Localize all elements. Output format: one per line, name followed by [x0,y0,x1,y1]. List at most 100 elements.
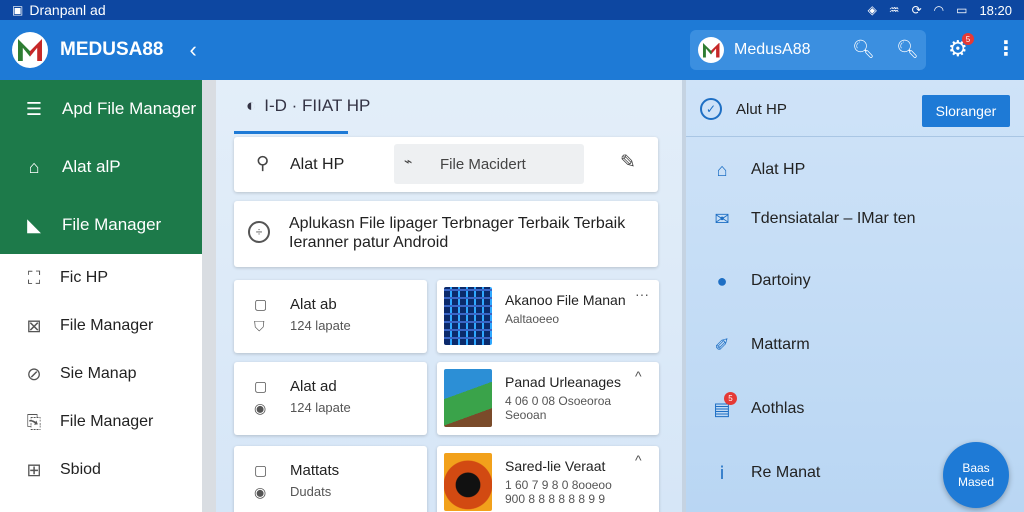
file-icon: ⎘ [26,411,42,432]
clock: 18:20 [979,2,1012,18]
collapse-icon[interactable]: ^ [635,452,642,468]
app-sub: Aaltaoeeo [505,312,560,326]
home-icon: ⌂ [28,156,40,177]
app-title: MEDUSA88 [60,39,164,60]
shield-icon: ⛉ [254,318,265,334]
description-card: ÷ Aplukasn File lipager Terbnager Terbai… [234,201,658,267]
drawer-item-alat[interactable]: ⌂ Alat alP [0,138,202,196]
breadcrumb: ◐ I-D · FIIAT HP [246,96,370,116]
nav-drawer: ☰ Apd File Manager ⌂ Alat alP ◣ File Man… [0,80,202,512]
app-card[interactable]: Akanoo File Manan Aaltaoeeo ··· [437,280,659,353]
app-notification-icon: ▣ [12,3,24,17]
drawer-item-sbiod[interactable]: ⊞ Sbiod [0,446,202,494]
folder-icon: ▢ [254,378,268,394]
app-thumbnail [444,453,492,511]
grid-icon: ⊞ [26,459,42,480]
collapse-icon[interactable]: ^ [635,368,642,384]
swipe-icon: ⌁ [404,153,413,169]
mail-icon: ✉ [714,208,730,229]
edit-icon: ✐ [714,334,730,355]
file-name: Alat ad [290,378,337,395]
box-icon: ⊠ [26,315,42,336]
panel-header: Alut HP [736,101,787,118]
account-switcher[interactable]: MedusA88 🔍︎ 🔍︎ [690,30,926,70]
search-icon[interactable]: 🔍︎ [852,39,875,60]
notification-badge: 5 [724,392,737,405]
drawer-item-file-manager[interactable]: ◣ File Manager [0,196,202,254]
app-name: Sared-lie Veraat [505,458,606,474]
drawer-item-label: Sie Manap [60,365,137,382]
breadcrumb-icon: ◐ [246,96,257,115]
status-bar: ▣ Dranpanl ad ◈ ♒ ⟳ ◠ ▭ 18:20 [0,0,1024,20]
app-sub: 4 06 0 08 Osoeoroa Seooan [505,394,612,422]
folder-icon: ◣ [27,214,41,235]
storage-button[interactable]: Sloranger [922,95,1010,127]
drawer-item-app-file-manager[interactable]: ☰ Apd File Manager [0,80,202,138]
drawer-header: ☰ Apd File Manager ⌂ Alat alP ◣ File Man… [0,80,202,254]
drawer-item-file-manager-3[interactable]: ⎘ File Manager [0,398,202,446]
pin-icon[interactable]: ✎ [620,151,636,174]
drawer-item-fic-hp[interactable]: ⛶ Fic HP [0,254,202,302]
app-card[interactable]: Sared-lie Veraat 1 60 7 9 8 0 8ooeoo 900… [437,446,659,512]
search-icon: ⚲ [256,153,270,173]
panel-item-label: Mattarm [751,336,810,353]
more-icon[interactable]: ··· [635,286,649,302]
menu-icon: ☰ [25,98,43,119]
file-card[interactable]: ▢ ⛉ Alat ab 124 lapate [234,280,427,353]
file-name: Mattats [290,462,340,479]
panel-item-aothlas[interactable]: ▤ 5 Aothlas [686,389,1024,429]
status-title: Dranpanl ad [29,2,106,18]
drawer-item-label: Sbiod [60,461,101,478]
app-card[interactable]: Panad Urleanages 4 06 0 08 Osoeoroa Seoo… [437,362,659,435]
home-icon: ⌂ [716,159,728,180]
panel-item-label: Aothlas [751,400,805,417]
search-input[interactable]: File Macidert [394,144,584,184]
folder-icon: ▢ [254,462,268,478]
app-name: Akanoo File Manan [505,292,626,308]
vibrate-icon: ♒ [888,3,900,17]
drawer-header-label: File Manager [62,215,162,234]
search-icon-secondary[interactable]: 🔍︎ [896,39,919,60]
search-bar[interactable]: ⚲ Alat HP File Macidert ⌁ ✎ [234,137,658,192]
search-label: Alat HP [290,156,345,173]
file-name: Alat ab [290,296,337,313]
panel-item-tdensiatalar[interactable]: ✉ Tdensiatalar – IMar ten [686,199,1024,239]
divider [686,136,1024,137]
panel-item-mattarm[interactable]: ✐ Mattarm [686,325,1024,365]
panel-item-alat-hp[interactable]: ⌂ Alat HP [686,150,1024,190]
wifi-icon: ◠ [933,3,945,17]
pill-title: MedusA88 [734,41,811,58]
app-logo [12,32,48,68]
pill-logo [698,37,724,63]
main-content: ◐ I-D · FIIAT HP ⚲ Alat HP File Macidert… [216,80,682,512]
check-icon: ✓ [700,98,722,120]
drawer-item-label: Fic HP [60,269,108,286]
image-icon: ⛶ [27,267,41,288]
drawer-item-label: File Manager [60,317,154,334]
back-icon[interactable]: ‹ [189,37,196,63]
file-sub: 124 lapate [290,400,351,415]
clock-icon: ◉ [254,484,267,500]
person-icon: ● [716,270,728,291]
compass-icon: ⊘ [26,363,42,384]
breadcrumb-text: I-D · FIIAT HP [264,96,371,115]
file-sub: Dudats [290,484,332,499]
drawer-header-label: Apd File Manager [62,99,197,118]
floating-action-button[interactable]: Baas Mased [943,442,1009,508]
battery-icon: ▭ [956,3,968,17]
file-card[interactable]: ▢ ◉ Alat ad 124 lapate [234,362,427,435]
drawer-item-file-manager-2[interactable]: ⊠ File Manager [0,302,202,350]
panel-item-dartoiny[interactable]: ● Dartoiny [686,261,1024,301]
panel-item-label: Alat HP [751,161,806,178]
active-tab-indicator [234,131,348,134]
panel-item-label: Re Manat [751,464,821,481]
drawer-item-sie-manap[interactable]: ⊘ Sie Manap [0,350,202,398]
file-card[interactable]: ▢ ◉ Mattats Dudats [234,446,427,512]
clock-icon: ◉ [254,400,267,416]
description-text: Aplukasn File lipager Terbnager Terbaik … [289,215,626,251]
drawer-scrollbar[interactable] [202,80,216,512]
more-menu-icon[interactable]: ⋮ [996,36,1016,61]
app-thumbnail [444,287,492,345]
app-thumbnail [444,369,492,427]
sync-icon: ⟳ [911,3,922,17]
